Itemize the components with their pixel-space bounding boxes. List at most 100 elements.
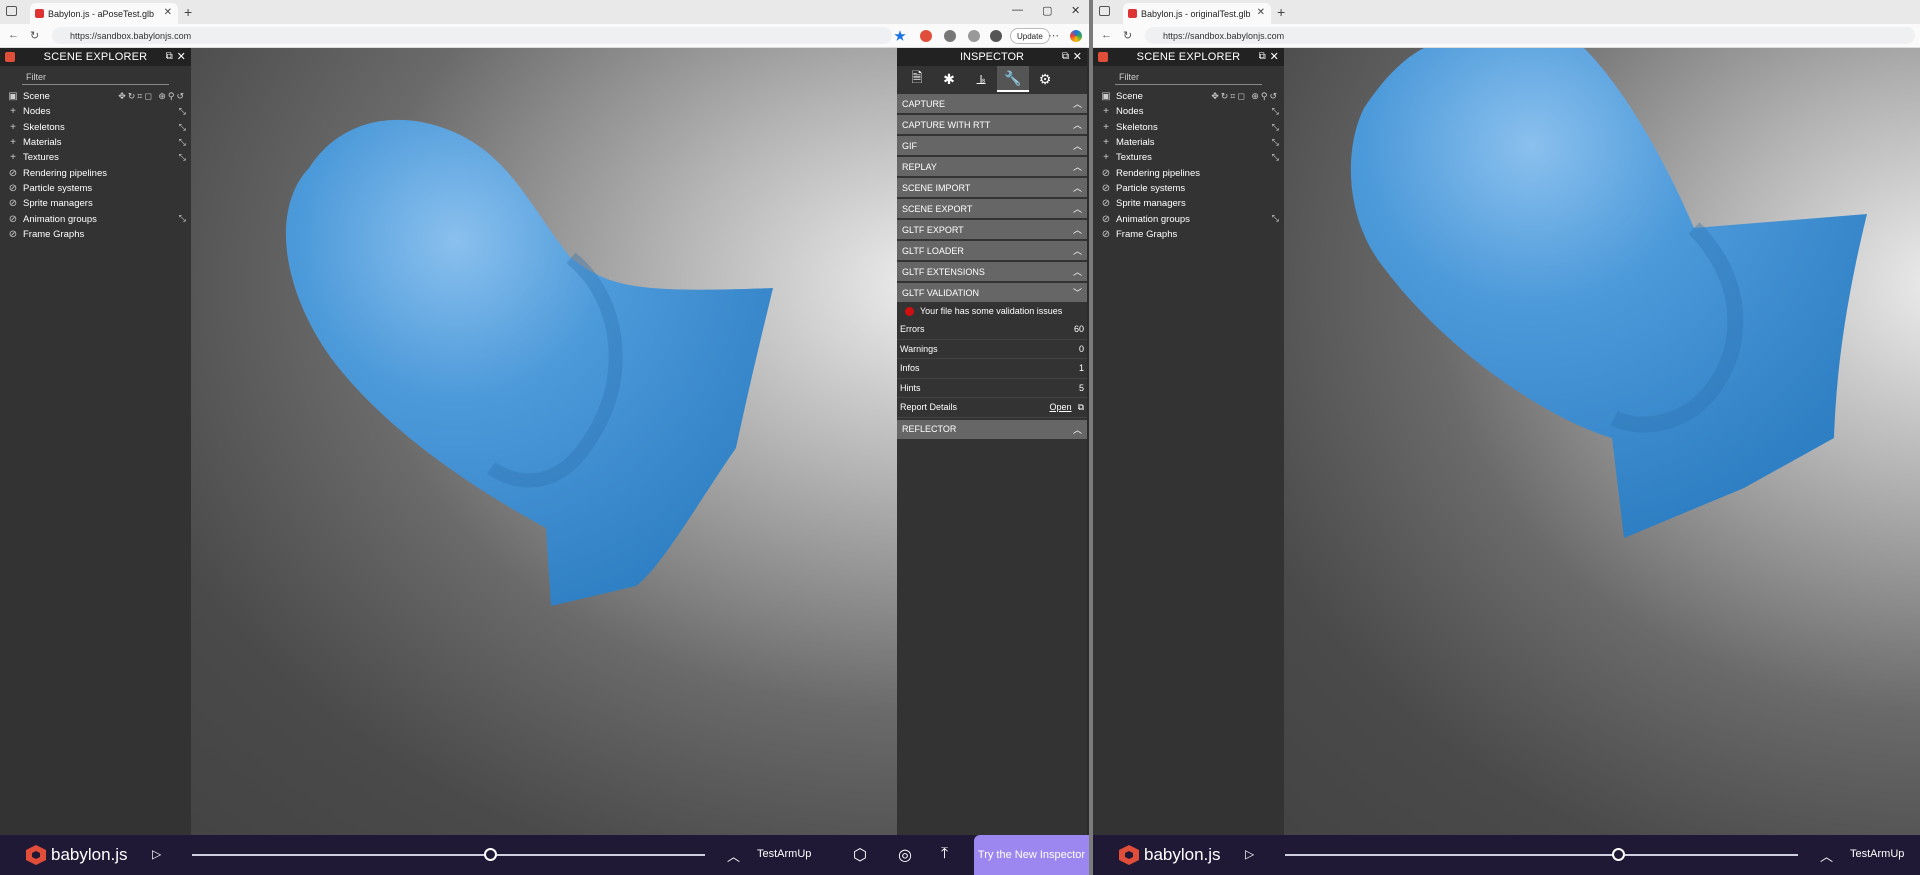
section-gltf-loader[interactable]: GLTF LOADER ︿ — [897, 241, 1087, 260]
minimize-icon[interactable]: — — [1012, 4, 1023, 16]
expand-icon[interactable]: ⤡ — [1272, 152, 1279, 163]
section-capture[interactable]: CAPTURE ︿ — [897, 94, 1087, 113]
popout-icon[interactable]: ⧉ — [1062, 51, 1069, 62]
refresh-icon[interactable]: ↻ — [30, 29, 39, 42]
chevron-up-icon[interactable]: ︿ — [727, 846, 740, 865]
tree-item-materials[interactable]: + Materials ⤡ — [0, 135, 191, 150]
section-reflector[interactable]: REFLECTOR ︿ — [897, 419, 1087, 439]
section-gltf-validation[interactable]: GLTF VALIDATION ﹀ — [897, 283, 1087, 302]
close-tab-icon[interactable]: ✕ — [1257, 7, 1265, 18]
debug-tab-icon[interactable]: ✱ — [933, 66, 965, 92]
babylon-brand[interactable]: babylon.js — [26, 845, 128, 865]
expand-icon[interactable]: ⤡ — [1272, 106, 1279, 117]
environment-icon[interactable]: ⬡ — [853, 845, 867, 865]
filter-input[interactable]: Filter — [22, 72, 169, 85]
plus-icon[interactable]: + — [1101, 122, 1111, 133]
plus-icon[interactable]: + — [8, 122, 18, 133]
section-replay[interactable]: REPLAY ︿ — [897, 157, 1087, 176]
maximize-icon[interactable]: ▢ — [1042, 4, 1052, 17]
tab-actions-icon[interactable] — [1099, 6, 1110, 16]
tree-item-particle-systems[interactable]: ⊘ Particle systems — [1093, 181, 1284, 196]
tree-item-nodes[interactable]: + Nodes ⤡ — [1093, 104, 1284, 119]
timeline-thumb[interactable] — [483, 848, 497, 861]
expand-icon[interactable]: ⤡ — [179, 122, 186, 133]
filter-input[interactable]: Filter — [1115, 72, 1262, 85]
tools-tab-icon[interactable]: 🔧 — [997, 66, 1029, 92]
tree-item-textures[interactable]: + Textures ⤡ — [1093, 150, 1284, 165]
close-icon[interactable]: ✕ — [1270, 50, 1279, 63]
play-icon[interactable]: ▷ — [1245, 847, 1254, 861]
tree-item-animation-groups[interactable]: ⊘ Animation groups ⤡ — [1093, 211, 1284, 226]
chevron-up-icon[interactable]: ︿ — [1073, 181, 1082, 194]
tree-item-particle-systems[interactable]: ⊘ Particle systems — [0, 181, 191, 196]
chevron-up-icon[interactable]: ︿ — [1073, 423, 1082, 436]
chevron-up-icon[interactable]: ︿ — [1073, 265, 1082, 278]
babylon-brand[interactable]: babylon.js — [1119, 845, 1221, 865]
tree-item-rendering-pipelines[interactable]: ⊘ Rendering pipelines — [0, 165, 191, 180]
timeline-thumb[interactable] — [1612, 848, 1626, 861]
chevron-up-icon[interactable]: ︿ — [1073, 97, 1082, 110]
url-input[interactable]: https://sandbox.babylonjs.com — [52, 27, 892, 44]
timeline-track[interactable] — [1285, 854, 1798, 856]
tree-item-materials[interactable]: + Materials ⤡ — [1093, 135, 1284, 150]
properties-tab-icon[interactable]: 🗎 — [901, 66, 933, 92]
scene-tool-icons[interactable]: ✥↻⌗◻ ⊕⚲↺ — [1211, 91, 1279, 102]
statistics-tab-icon[interactable]: ⫡ — [965, 66, 997, 92]
plus-icon[interactable]: + — [8, 152, 18, 163]
play-icon[interactable]: ▷ — [152, 847, 161, 861]
animation-name[interactable]: TestArmUp — [1850, 848, 1904, 860]
render-viewport[interactable] — [191, 48, 897, 835]
chevron-up-icon[interactable]: ︿ — [1073, 139, 1082, 152]
new-tab-icon[interactable]: + — [184, 4, 192, 20]
expand-icon[interactable]: ⤡ — [179, 152, 186, 163]
tab-actions-icon[interactable] — [6, 6, 17, 16]
tree-item-skeletons[interactable]: + Skeletons ⤡ — [1093, 120, 1284, 135]
plus-icon[interactable]: + — [1101, 137, 1111, 148]
extension-icon[interactable] — [944, 30, 956, 42]
tree-item-frame-graphs[interactable]: ⊘ Frame Graphs — [0, 227, 191, 242]
section-gltf-export[interactable]: GLTF EXPORT ︿ — [897, 220, 1087, 239]
expand-icon[interactable]: ⤡ — [1272, 137, 1279, 148]
chevron-up-icon[interactable]: ︿ — [1073, 202, 1082, 215]
try-new-inspector-button[interactable]: Try the New Inspector — [974, 835, 1089, 875]
expand-icon[interactable]: ⤡ — [179, 106, 186, 117]
open-report-link[interactable]: Open — [1050, 402, 1072, 412]
url-input[interactable]: https://sandbox.babylonjs.com — [1145, 27, 1915, 44]
back-icon[interactable]: ← — [1101, 29, 1112, 41]
expand-icon[interactable]: ⤡ — [1272, 122, 1279, 133]
close-icon[interactable]: ✕ — [177, 50, 186, 63]
close-tab-icon[interactable]: ✕ — [164, 7, 172, 18]
new-tab-icon[interactable]: + — [1277, 4, 1285, 20]
tree-item-scene[interactable]: ▣ Scene ✥↻⌗◻ ⊕⚲↺ — [0, 89, 191, 104]
tree-item-textures[interactable]: + Textures ⤡ — [0, 150, 191, 165]
back-icon[interactable]: ← — [8, 29, 19, 41]
plus-icon[interactable]: + — [8, 106, 18, 117]
tab-apose[interactable]: Babylon.js - aPoseTest.glb ✕ — [30, 3, 178, 24]
plus-icon[interactable]: + — [8, 137, 18, 148]
extension-icon[interactable] — [920, 30, 932, 42]
expand-icon[interactable]: ⤡ — [1272, 213, 1279, 224]
tree-item-sprite-managers[interactable]: ⊘ Sprite managers — [0, 196, 191, 211]
section-scene-import[interactable]: SCENE IMPORT ︿ — [897, 178, 1087, 197]
animation-name[interactable]: TestArmUp — [757, 848, 811, 860]
tree-item-skeletons[interactable]: + Skeletons ⤡ — [0, 120, 191, 135]
tree-item-rendering-pipelines[interactable]: ⊘ Rendering pipelines — [1093, 165, 1284, 180]
upload-icon[interactable]: ⤒ — [941, 845, 948, 863]
update-button[interactable]: Update — [1010, 28, 1050, 44]
tree-item-frame-graphs[interactable]: ⊘ Frame Graphs — [1093, 227, 1284, 242]
chevron-up-icon[interactable]: ︿ — [1820, 846, 1833, 865]
tree-item-sprite-managers[interactable]: ⊘ Sprite managers — [1093, 196, 1284, 211]
settings-tab-icon[interactable]: ⚙ — [1029, 66, 1061, 92]
close-window-icon[interactable]: ✕ — [1071, 4, 1080, 17]
scene-tool-icons[interactable]: ✥↻⌗◻ ⊕⚲↺ — [118, 91, 186, 102]
close-icon[interactable]: ✕ — [1073, 50, 1082, 63]
copy-icon[interactable]: ⧉ — [1078, 402, 1084, 413]
copilot-icon[interactable] — [1070, 30, 1082, 42]
popout-icon[interactable]: ⧉ — [1259, 51, 1266, 62]
timeline-track[interactable] — [192, 854, 705, 856]
tree-item-scene[interactable]: ▣ Scene ✥↻⌗◻ ⊕⚲↺ — [1093, 89, 1284, 104]
chevron-up-icon[interactable]: ︿ — [1073, 160, 1082, 173]
expand-icon[interactable]: ⤡ — [179, 137, 186, 148]
tab-original[interactable]: Babylon.js - originalTest.glb ✕ — [1123, 3, 1271, 24]
section-capture-rtt[interactable]: CAPTURE WITH RTT ︿ — [897, 115, 1087, 134]
